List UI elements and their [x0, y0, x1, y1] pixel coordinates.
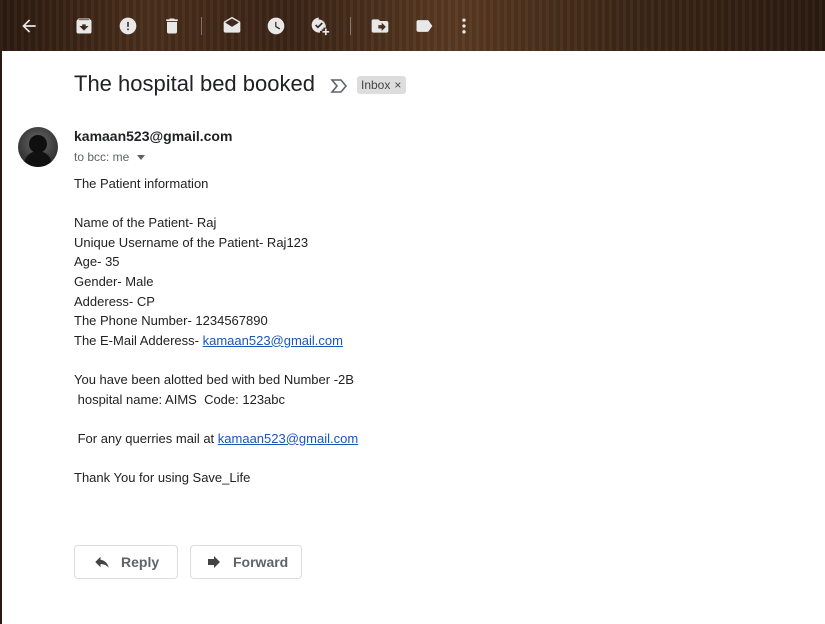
archive-icon[interactable] — [72, 14, 96, 38]
toolbar-divider — [350, 17, 351, 35]
chevron-down-icon[interactable] — [137, 154, 146, 160]
body-queries-line: For any querries mail at kamaan523@gmail… — [74, 429, 359, 449]
label-icon[interactable] — [412, 14, 436, 38]
email-prefix: The E-Mail Adderess- — [74, 332, 203, 348]
back-arrow-icon[interactable] — [17, 14, 41, 38]
forward-button[interactable]: Forward — [190, 545, 302, 579]
body-hospital-line: hospital name: AIMS Code: 123abc — [74, 391, 286, 407]
body-username: Unique Username of the Patient- Raj123 — [74, 234, 309, 250]
body-intro: The Patient information — [74, 176, 209, 191]
body-email-line: The E-Mail Adderess- kamaan523@gmail.com — [74, 331, 358, 351]
toolbar — [0, 0, 825, 51]
toolbar-divider — [201, 17, 202, 35]
inbox-label-chip: Inbox × — [357, 76, 407, 94]
body-age: Age- 35 — [74, 254, 120, 270]
report-spam-icon[interactable] — [116, 14, 140, 38]
remove-label-icon[interactable]: × — [394, 78, 401, 92]
queries-prefix: For any querries mail at — [74, 430, 218, 446]
delete-icon[interactable] — [160, 14, 184, 38]
email-subject: The hospital bed booked — [74, 71, 315, 96]
forward-icon — [208, 556, 220, 568]
move-to-icon[interactable] — [368, 14, 392, 38]
recipient-text: to bcc: me — [74, 150, 130, 164]
sender-email[interactable]: kamaan523@gmail.com — [74, 128, 232, 144]
body-bed-line: You have been alotted bed with bed Numbe… — [74, 371, 354, 387]
snooze-icon[interactable] — [264, 14, 288, 38]
label-text: Inbox — [361, 78, 391, 92]
window-edge — [0, 51, 2, 624]
reply-label: Reply — [121, 554, 160, 570]
add-to-tasks-icon[interactable] — [308, 14, 332, 38]
patient-email-link[interactable]: kamaan523@gmail.com — [203, 333, 343, 348]
queries-email-link[interactable]: kamaan523@gmail.com — [218, 431, 358, 446]
mark-unread-icon[interactable] — [220, 14, 244, 38]
email-body: The Patient information Name of the Pati… — [74, 174, 358, 488]
reply-button[interactable]: Reply — [74, 545, 178, 579]
body-gender: Gender- Male — [74, 273, 154, 289]
recipient-line: to bcc: me — [74, 150, 146, 164]
body-thanks: Thank You for using Save_Life — [74, 469, 251, 485]
body-address: Adderess- CP — [74, 293, 155, 309]
forward-label: Forward — [233, 554, 289, 570]
sender-avatar[interactable] — [18, 127, 58, 167]
more-vert-icon[interactable] — [452, 14, 476, 38]
body-patient-name: Name of the Patient- Raj — [74, 215, 217, 231]
reply-icon — [95, 556, 109, 568]
body-phone: The Phone Number- 1234567890 — [74, 313, 268, 329]
importance-marker-icon[interactable] — [330, 77, 348, 95]
